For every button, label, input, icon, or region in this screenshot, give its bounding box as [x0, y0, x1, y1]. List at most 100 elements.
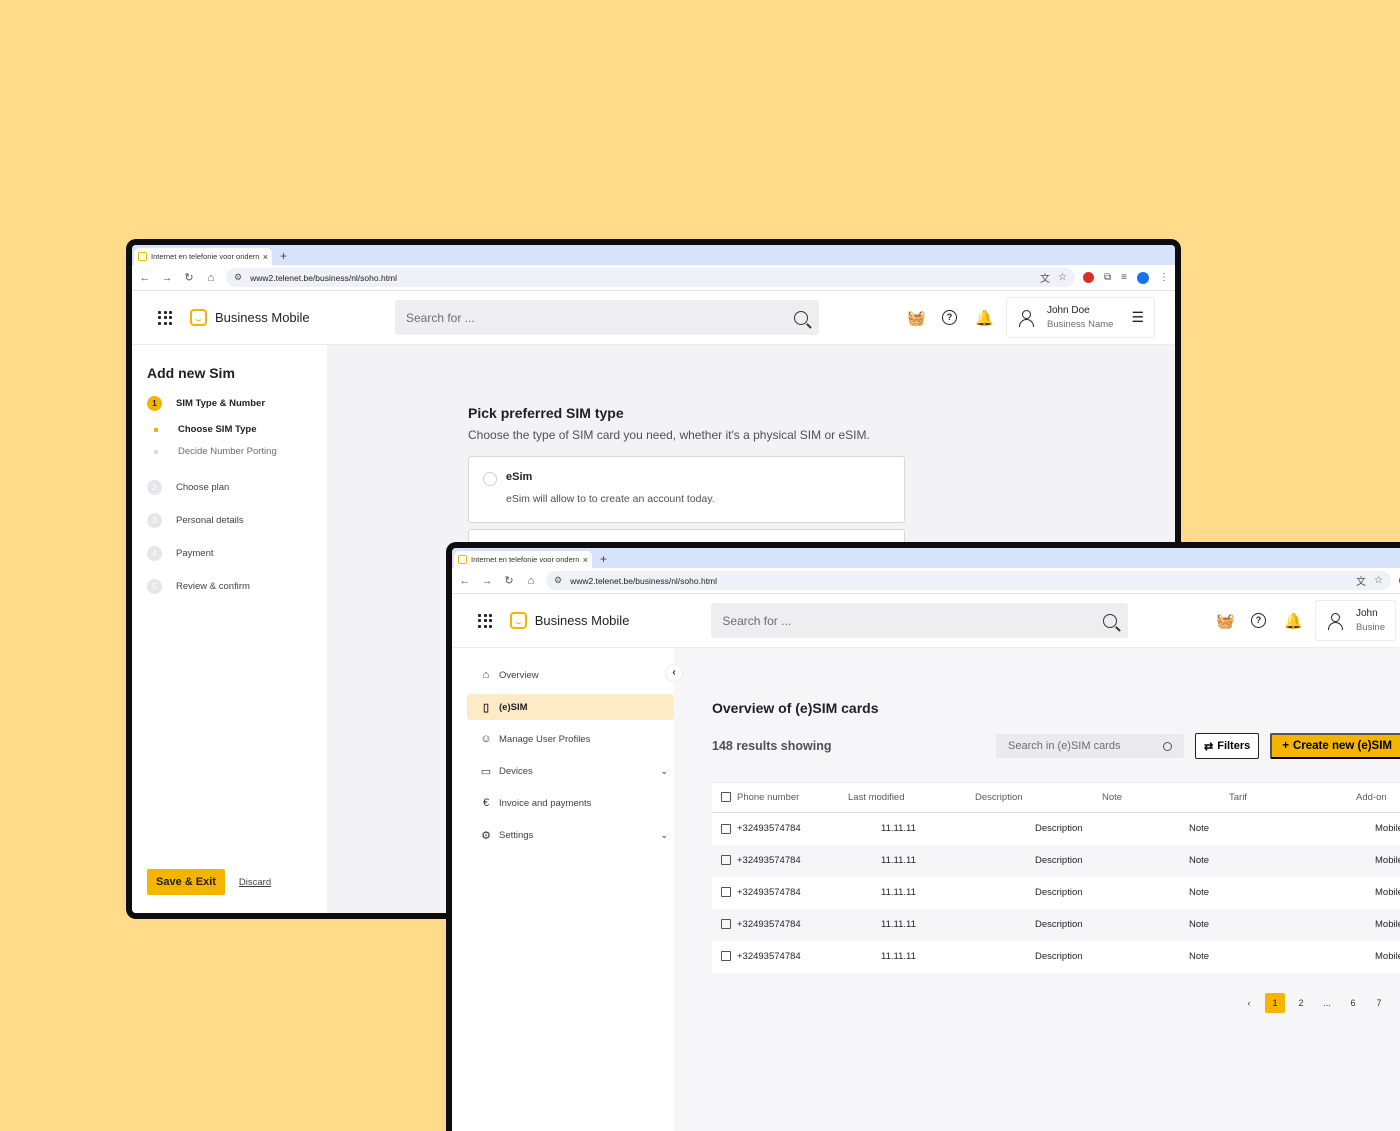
hamburger-menu-icon[interactable]: ☰	[1131, 309, 1144, 326]
select-all-checkbox[interactable]	[721, 792, 731, 803]
puzzle-icon[interactable]: ⧉	[1104, 272, 1111, 283]
bookmark-star-icon[interactable]: ☆	[1058, 272, 1067, 283]
collapse-sidebar-icon[interactable]: ‹	[665, 664, 683, 682]
apps-grid-icon[interactable]	[158, 310, 172, 325]
column-header-tarif[interactable]: Tarif	[1218, 782, 1345, 813]
reload-icon[interactable]: ↻	[182, 271, 196, 284]
esim-radio[interactable]	[483, 472, 497, 486]
forward-arrow-icon[interactable]: →	[160, 272, 174, 284]
substep-number-porting[interactable]: Decide Number Porting	[147, 446, 327, 457]
sidebar-item-devices[interactable]: ▭ Devices ⌄	[467, 758, 674, 784]
home-icon[interactable]: ⌂	[204, 272, 218, 284]
substep-choose-sim[interactable]: Choose SIM Type	[147, 424, 327, 435]
step-number: 3	[147, 513, 162, 528]
global-search-input[interactable]: Search for ...	[394, 300, 819, 335]
browser-tab[interactable]: Internet en telefonie voor ondernemers ×	[134, 248, 272, 265]
extensions-area: ⧉ ≡ ⋮	[1083, 271, 1169, 284]
row-checkbox[interactable]	[721, 887, 731, 898]
back-arrow-icon[interactable]: ←	[138, 272, 152, 284]
sidebar-item-esim[interactable]: ▯ (e)SIM	[467, 694, 674, 720]
help-icon[interactable]: ?	[1250, 613, 1266, 628]
esim-option-card[interactable]: eSim eSim will allow to to create an acc…	[468, 456, 905, 523]
table-row[interactable]: +32493574784 11.11.11 Description Note M…	[712, 845, 1400, 877]
column-header-modified[interactable]: Last modified	[837, 782, 964, 813]
table-row[interactable]: +32493574784 11.11.11 Description Note M…	[712, 909, 1400, 941]
chevron-down-icon[interactable]: ⌄	[660, 766, 668, 777]
create-sim-button[interactable]: + Create new (e)SIM	[1270, 733, 1400, 759]
translate-icon[interactable]: 文	[1040, 270, 1050, 285]
cell-description: Description	[964, 876, 1091, 909]
apps-grid-icon[interactable]	[478, 613, 492, 628]
search-icon[interactable]	[1102, 613, 1117, 628]
step-number: 1	[147, 396, 162, 411]
user-menu[interactable]: John Doe Business Name ☰	[1005, 297, 1156, 338]
sidebar-item-settings[interactable]: ⚙ Settings ⌄	[467, 822, 674, 848]
row-checkbox[interactable]	[721, 951, 731, 962]
new-tab-button[interactable]: +	[592, 551, 615, 568]
prev-page-icon[interactable]: ‹	[1239, 993, 1259, 1013]
basket-icon[interactable]: 🧺	[907, 309, 926, 327]
extension-icon[interactable]	[1083, 272, 1095, 283]
translate-icon[interactable]: 文	[1356, 573, 1366, 588]
kebab-menu-icon[interactable]: ⋮	[1159, 272, 1169, 283]
cell-tarif: Mobile	[1375, 855, 1400, 866]
cell-note: Note	[1091, 812, 1218, 845]
save-exit-button[interactable]: Save & Exit	[147, 869, 225, 895]
forward-arrow-icon[interactable]: →	[480, 575, 494, 587]
column-header-note[interactable]: Note	[1091, 782, 1218, 813]
column-header-description[interactable]: Description	[964, 782, 1091, 813]
sidebar-item-label: Settings	[499, 829, 534, 841]
page-6-button[interactable]: 6	[1343, 993, 1363, 1013]
search-icon[interactable]	[793, 310, 808, 325]
step-review-confirm[interactable]: 5 Review & confirm	[147, 579, 327, 594]
profile-avatar-icon[interactable]	[1137, 271, 1149, 284]
row-checkbox[interactable]	[721, 823, 731, 834]
table-row[interactable]: +32493574784 11.11.11 Description Note M…	[712, 940, 1400, 973]
bell-icon[interactable]: 🔔	[975, 309, 994, 327]
step-personal-details[interactable]: 3 Personal details	[147, 513, 327, 528]
discard-link[interactable]: Discard	[239, 877, 271, 888]
substep-dot	[154, 449, 158, 454]
url-field[interactable]: ⚙ www2.telenet.be/business/nl/soho.html …	[546, 571, 1391, 590]
reading-list-icon[interactable]: ≡	[1121, 272, 1127, 283]
new-tab-button[interactable]: +	[272, 248, 295, 265]
bell-icon[interactable]: 🔔	[1284, 612, 1303, 630]
favicon-icon	[138, 252, 147, 261]
global-search-input[interactable]: Search for ...	[711, 603, 1128, 638]
site-settings-icon[interactable]: ⚙	[554, 575, 562, 586]
page-2-button[interactable]: 2	[1291, 993, 1311, 1013]
user-menu[interactable]: John Busine	[1314, 600, 1397, 641]
step-choose-plan[interactable]: 2 Choose plan	[147, 480, 327, 495]
table-row[interactable]: +32493574784 11.11.11 Description Note M…	[712, 876, 1400, 909]
page-7-button[interactable]: 7	[1369, 993, 1389, 1013]
column-header-addon[interactable]: Add-on	[1345, 782, 1400, 813]
reload-icon[interactable]: ↻	[502, 574, 516, 587]
help-icon[interactable]: ?	[941, 310, 957, 325]
row-checkbox[interactable]	[721, 855, 731, 866]
tab-close-icon[interactable]: ×	[583, 555, 588, 565]
address-bar: ← → ↻ ⌂ ⚙ www2.telenet.be/business/nl/so…	[132, 265, 1175, 291]
basket-icon[interactable]: 🧺	[1216, 612, 1235, 630]
table-row[interactable]: +32493574784 11.11.11 Description Note M…	[712, 812, 1400, 845]
filters-icon: ⇄	[1204, 740, 1214, 753]
sidebar-item-overview[interactable]: ⌂ Overview	[467, 662, 674, 688]
bookmark-star-icon[interactable]: ☆	[1374, 575, 1383, 586]
page-1-button[interactable]: 1	[1265, 992, 1285, 1013]
sidebar-item-invoices[interactable]: € Invoice and payments	[467, 790, 674, 816]
column-header-phone[interactable]: Phone number	[712, 782, 837, 813]
step-payment[interactable]: 4 Payment	[147, 546, 327, 561]
sidebar-item-manage-users[interactable]: ☺ Manage User Profiles	[467, 726, 674, 752]
filters-button[interactable]: ⇄ Filters	[1195, 733, 1260, 759]
tab-close-icon[interactable]: ×	[263, 252, 268, 262]
row-checkbox[interactable]	[721, 919, 731, 930]
step-sim-type[interactable]: 1 SIM Type & Number	[147, 396, 327, 411]
url-field[interactable]: ⚙ www2.telenet.be/business/nl/soho.html …	[226, 268, 1076, 287]
chevron-down-icon[interactable]: ⌄	[660, 830, 668, 841]
home-icon[interactable]: ⌂	[524, 575, 538, 587]
cell-tarif: Mobile	[1345, 940, 1400, 973]
sim-search-input[interactable]: Search in (e)SIM cards	[996, 734, 1184, 758]
back-arrow-icon[interactable]: ←	[458, 575, 472, 587]
browser-tab[interactable]: Internet en telefonie voor ondernemers ×	[454, 551, 592, 568]
pagination: ‹ 1 2 ... 6 7	[1239, 992, 1400, 1013]
site-settings-icon[interactable]: ⚙	[234, 272, 242, 283]
